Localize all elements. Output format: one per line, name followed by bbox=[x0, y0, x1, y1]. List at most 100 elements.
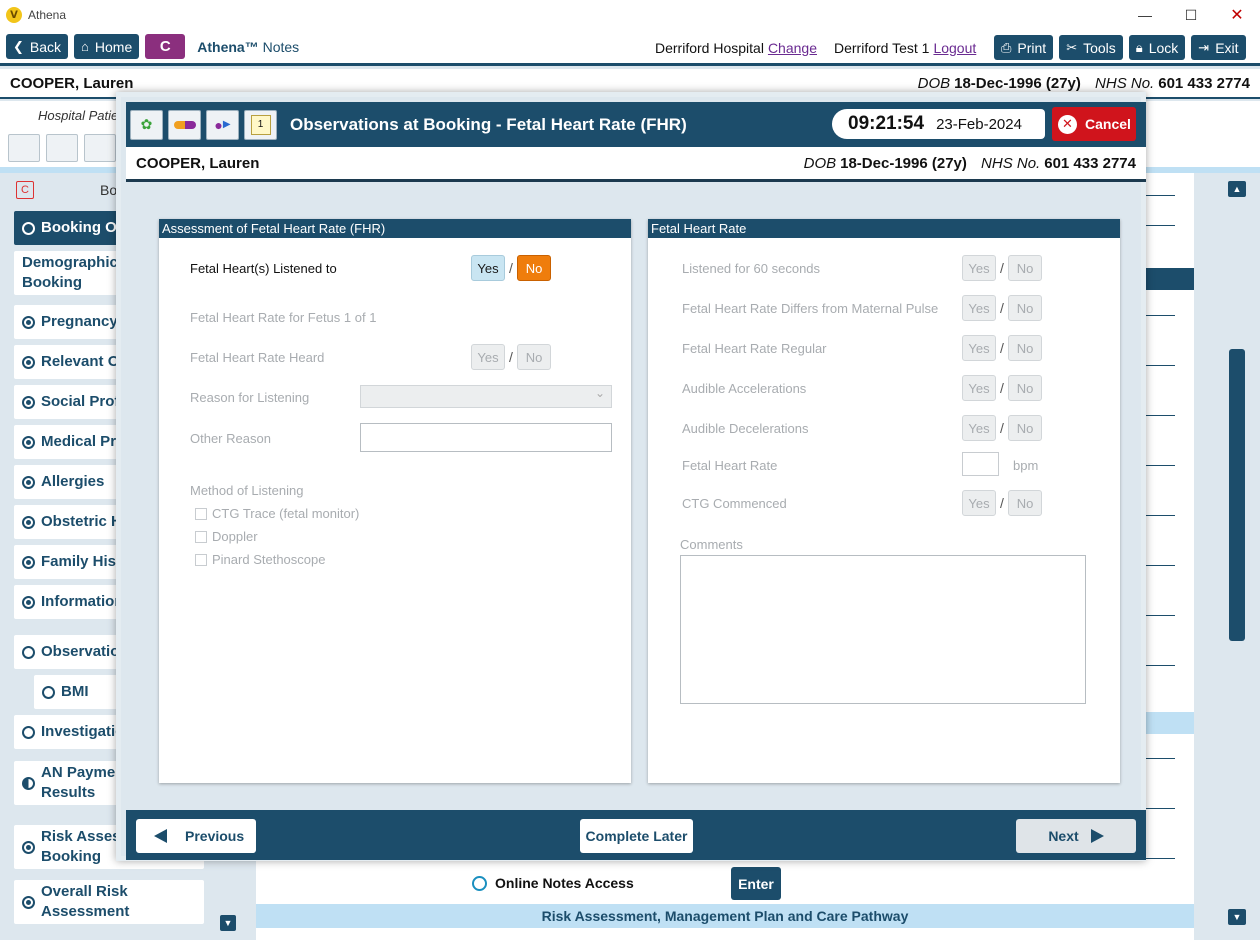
accelerations-toggle: Yes / No bbox=[962, 375, 1042, 401]
method-ctg-checkbox[interactable]: CTG Trace (fetal monitor) bbox=[195, 506, 359, 521]
flower-icon[interactable]: ✿ bbox=[130, 109, 163, 140]
bg-line bbox=[1145, 565, 1175, 566]
exit-icon: ⇥ bbox=[1198, 39, 1210, 55]
dialog-patient-ids: DOB 18-Dec-1996 (27y) NHS No. 601 433 2774 bbox=[804, 155, 1136, 172]
brand-label: Athena™ Notes bbox=[197, 39, 299, 55]
listened-60-toggle: Yes / No bbox=[962, 255, 1042, 281]
online-notes-option[interactable]: Online Notes Access bbox=[472, 875, 634, 891]
reason-select[interactable] bbox=[360, 385, 612, 408]
exit-button[interactable]: ⇥ Exit bbox=[1191, 35, 1246, 60]
main-scrollbar[interactable]: ▲ ▼ bbox=[1228, 181, 1246, 929]
notepad-icon[interactable]: 1 bbox=[244, 109, 277, 140]
back-button[interactable]: ❮ Back bbox=[6, 34, 69, 59]
fhr-value-label: Fetal Heart Rate bbox=[682, 458, 778, 473]
regular-yes-button[interactable]: Yes bbox=[962, 335, 996, 361]
scroll-down-icon[interactable]: ▼ bbox=[1228, 909, 1246, 925]
minimize-icon[interactable]: — bbox=[1122, 0, 1168, 30]
mother-baby-module-icon[interactable] bbox=[84, 134, 116, 162]
printer-icon: ⎙ bbox=[1001, 39, 1012, 55]
user-name: Derriford Test 1 bbox=[834, 40, 930, 56]
decelerations-yes-button[interactable]: Yes bbox=[962, 415, 996, 441]
dob-label: DOB bbox=[917, 74, 951, 92]
close-window-icon[interactable]: ✕ bbox=[1214, 0, 1260, 30]
bg-line bbox=[1145, 665, 1175, 666]
status-radio-icon bbox=[22, 435, 35, 449]
checkbox-icon bbox=[195, 553, 207, 566]
bg-line bbox=[1145, 615, 1175, 616]
separator: / bbox=[1000, 495, 1004, 511]
differs-no-button[interactable]: No bbox=[1008, 295, 1042, 321]
enter-button[interactable]: Enter bbox=[731, 867, 781, 900]
tools-button[interactable]: ✂ Tools bbox=[1059, 35, 1123, 60]
separator: / bbox=[1000, 380, 1004, 396]
logout-link[interactable]: Logout bbox=[933, 40, 976, 56]
mother-baby-icon[interactable]: ● ▶ bbox=[206, 109, 239, 140]
complete-later-button[interactable]: Complete Later bbox=[580, 819, 693, 853]
accelerations-label: Audible Accelerations bbox=[682, 381, 807, 396]
home-button[interactable]: ⌂ Home bbox=[74, 34, 140, 59]
cancel-button[interactable]: ✕ Cancel bbox=[1052, 107, 1136, 141]
decelerations-no-button[interactable]: No bbox=[1008, 415, 1042, 441]
method-pinard-checkbox[interactable]: Pinard Stethoscope bbox=[195, 552, 325, 567]
sidebar-item-label: Investigatio bbox=[41, 723, 125, 740]
listened-60-yes-button[interactable]: Yes bbox=[962, 255, 996, 281]
rate-heard-no-button[interactable]: No bbox=[517, 344, 551, 370]
pill-icon[interactable] bbox=[168, 109, 201, 140]
ctg-yes-button[interactable]: Yes bbox=[962, 490, 996, 516]
regular-no-button[interactable]: No bbox=[1008, 335, 1042, 361]
listened-60-no-button[interactable]: No bbox=[1008, 255, 1042, 281]
method-doppler-checkbox[interactable]: Doppler bbox=[195, 529, 258, 544]
listened-to-no-button[interactable]: No bbox=[517, 255, 551, 281]
previous-button[interactable]: Previous bbox=[136, 819, 256, 853]
scroll-thumb[interactable] bbox=[1229, 349, 1245, 641]
nhs-label: NHS No. bbox=[981, 154, 1041, 172]
bg-line bbox=[1145, 315, 1175, 316]
close-circle-icon: ✕ bbox=[1058, 114, 1077, 134]
hospital-name: Derriford Hospital bbox=[655, 40, 764, 56]
nhs-value: 601 433 2774 bbox=[1044, 154, 1136, 172]
c-button[interactable]: C bbox=[145, 34, 186, 59]
home-icon: ⌂ bbox=[81, 39, 89, 54]
arrow-left-icon bbox=[154, 829, 167, 843]
status-radio-icon bbox=[22, 595, 35, 609]
comments-textarea[interactable] bbox=[680, 555, 1086, 704]
sidebar-item-label: AN Paymen Results bbox=[41, 764, 125, 801]
right-toolbar: ⎙ Print ✂ Tools 🔒︎ Lock ⇥ Exit bbox=[994, 35, 1252, 60]
decelerations-toggle: Yes / No bbox=[962, 415, 1042, 441]
method-ctg-label: CTG Trace (fetal monitor) bbox=[212, 506, 360, 521]
dob-label: DOB bbox=[803, 154, 837, 172]
sidebar-item-label: Obstetric H bbox=[41, 513, 122, 530]
risk-assessment-bar[interactable]: Risk Assessment, Management Plan and Car… bbox=[256, 904, 1194, 928]
side-c-icon[interactable]: C bbox=[16, 181, 34, 199]
main-toolbar: ❮ Back ⌂ Home C Athena™ Notes Derriford Ho… bbox=[0, 30, 1260, 66]
fhr-value-input[interactable] bbox=[962, 452, 999, 476]
print-button[interactable]: ⎙ Print bbox=[994, 35, 1054, 60]
next-button[interactable]: Next bbox=[1016, 819, 1136, 853]
lock-button[interactable]: 🔒︎ Lock bbox=[1128, 35, 1186, 60]
scroll-up-icon[interactable]: ▲ bbox=[1228, 181, 1246, 197]
other-reason-label: Other Reason bbox=[190, 431, 271, 446]
maximize-icon[interactable]: ☐ bbox=[1168, 0, 1214, 30]
listened-to-yes-button[interactable]: Yes bbox=[471, 255, 505, 281]
separator: / bbox=[1000, 260, 1004, 276]
rate-heard-yes-button[interactable]: Yes bbox=[471, 344, 505, 370]
change-hospital-link[interactable]: Change bbox=[768, 40, 817, 56]
ctg-no-button[interactable]: No bbox=[1008, 490, 1042, 516]
accelerations-no-button[interactable]: No bbox=[1008, 375, 1042, 401]
patient-name: COOPER, Lauren bbox=[10, 74, 134, 92]
tools-label: Tools bbox=[1083, 39, 1116, 56]
bg-line bbox=[1145, 858, 1175, 859]
differs-yes-button[interactable]: Yes bbox=[962, 295, 996, 321]
sidebar-scroll-down-icon[interactable]: ▼ bbox=[220, 915, 236, 931]
bg-line bbox=[1145, 808, 1175, 809]
user-info: Derriford Test 1 Logout bbox=[834, 40, 976, 56]
listened-to-toggle: Yes / No bbox=[471, 255, 551, 281]
rate-heard-label: Fetal Heart Rate Heard bbox=[190, 350, 325, 365]
sidebar-item[interactable]: Overall Risk Assessment bbox=[14, 880, 204, 924]
ctg-label: CTG Commenced bbox=[682, 496, 787, 511]
medication-module-icon[interactable] bbox=[46, 134, 78, 162]
flower-module-icon[interactable] bbox=[8, 134, 40, 162]
status-radio-icon bbox=[22, 645, 35, 659]
accelerations-yes-button[interactable]: Yes bbox=[962, 375, 996, 401]
other-reason-input[interactable] bbox=[360, 423, 612, 452]
